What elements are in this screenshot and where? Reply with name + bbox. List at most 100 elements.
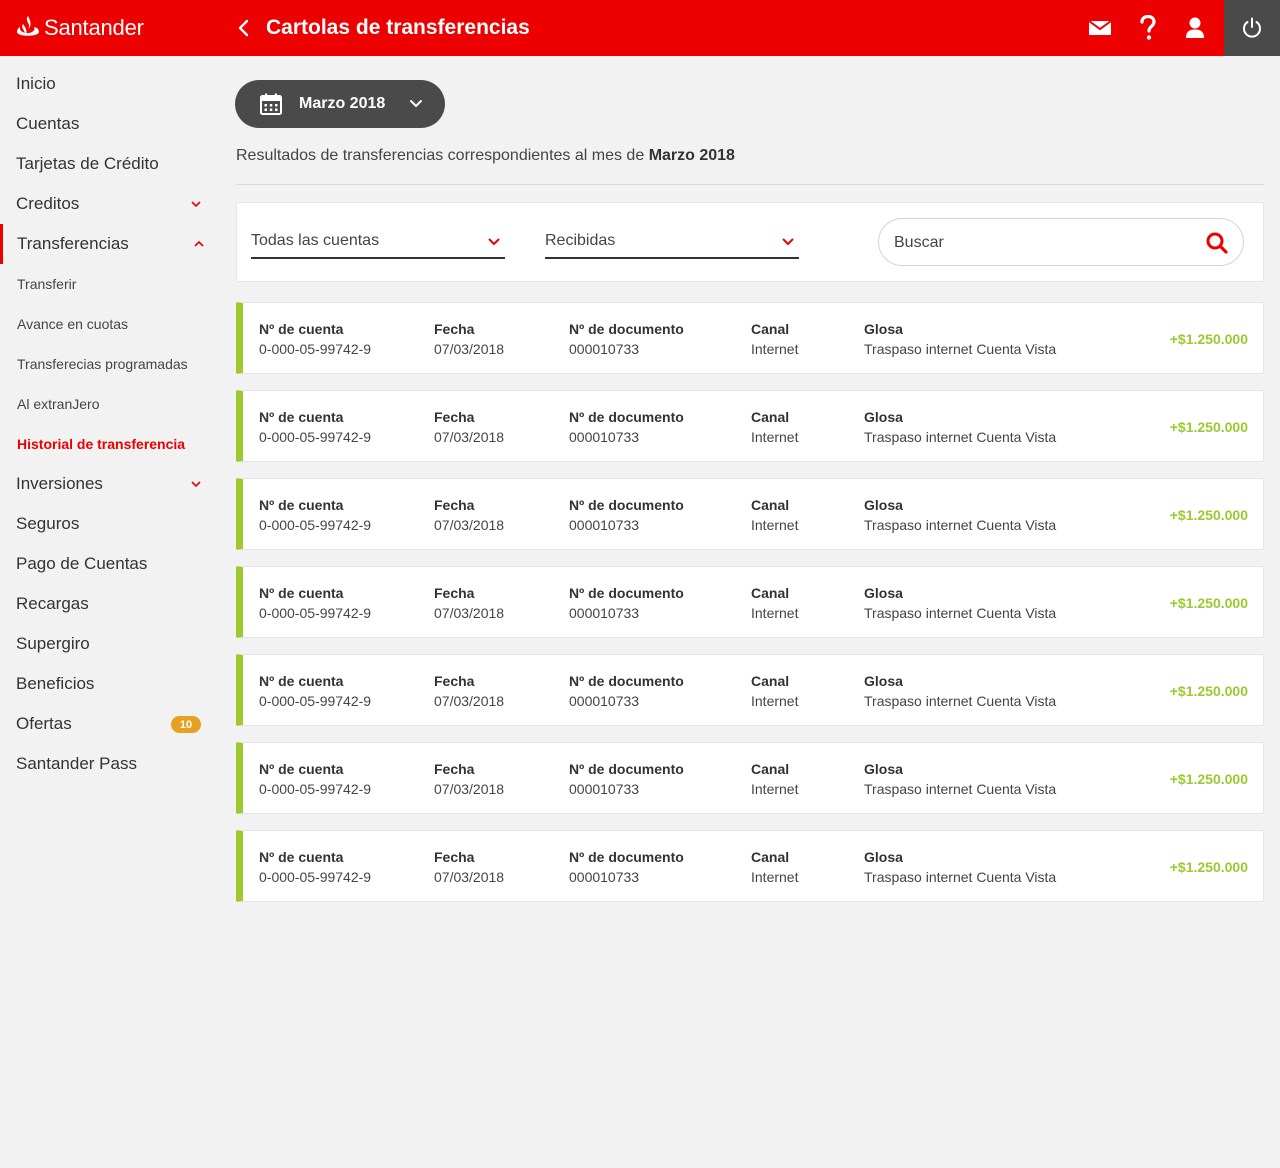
cell-value-gloss: Traspaso internet Cuenta Vista bbox=[864, 429, 1057, 445]
divider bbox=[236, 184, 1264, 185]
filter-bar: Todas las cuentas Recibidas bbox=[236, 202, 1264, 282]
transfer-row[interactable]: Nº de cuenta 0-000-05-99742-9 Fecha 07/03/2… bbox=[236, 566, 1264, 638]
sidebar-item-label: Recargas bbox=[16, 594, 89, 613]
column-header-document: Nº de documento bbox=[569, 761, 684, 777]
column-header-account: Nº de cuenta bbox=[259, 673, 344, 689]
transfer-amount: +$1.250.000 bbox=[1169, 331, 1248, 347]
sidebar-item-label: Tarjetas de Crédito bbox=[16, 154, 159, 173]
sidebar-item-label: Al extranJero bbox=[17, 396, 100, 412]
row-cell-channel: Canal Internet bbox=[751, 319, 798, 359]
column-header-date: Fecha bbox=[434, 673, 475, 689]
chevron-down-icon bbox=[191, 481, 201, 488]
chevron-down-icon bbox=[782, 238, 794, 246]
cell-value-account: 0-000-05-99742-9 bbox=[259, 517, 372, 533]
cell-value-date: 07/03/2018 bbox=[434, 341, 505, 357]
sidebar-item-seguros[interactable]: Seguros bbox=[0, 504, 220, 544]
transfer-amount: +$1.250.000 bbox=[1169, 859, 1248, 875]
sidebar-item-pago-cuentas[interactable]: Pago de Cuentas bbox=[0, 544, 220, 584]
help-button[interactable] bbox=[1132, 12, 1164, 44]
sidebar-subitem-programadas[interactable]: Transferecias programadas bbox=[0, 344, 220, 384]
column-header-channel: Canal bbox=[751, 673, 790, 689]
row-cell-account: Nº de cuenta 0-000-05-99742-9 bbox=[259, 759, 371, 799]
search-input[interactable] bbox=[894, 231, 1184, 255]
sidebar-item-inicio[interactable]: Inicio bbox=[0, 64, 220, 104]
row-cell-gloss: Glosa Traspaso internet Cuenta Vista bbox=[864, 495, 1056, 535]
column-header-document: Nº de documento bbox=[569, 849, 684, 865]
row-cell-channel: Canal Internet bbox=[751, 407, 798, 447]
column-header-date: Fecha bbox=[434, 761, 475, 777]
sidebar-subitem-transferir[interactable]: Transferir bbox=[0, 264, 220, 304]
transfer-row[interactable]: Nº de cuenta 0-000-05-99742-9 Fecha 07/03/2… bbox=[236, 830, 1264, 902]
row-cell-date: Fecha 07/03/2018 bbox=[434, 583, 504, 623]
transfer-row[interactable]: Nº de cuenta 0-000-05-99742-9 Fecha 07/03/2… bbox=[236, 302, 1264, 374]
sidebar-item-santander-pass[interactable]: Santander Pass bbox=[0, 744, 220, 784]
transfer-row[interactable]: Nº de cuenta 0-000-05-99742-9 Fecha 07/03/2… bbox=[236, 654, 1264, 726]
transfer-amount: +$1.250.000 bbox=[1169, 683, 1248, 699]
column-header-document: Nº de documento bbox=[569, 321, 684, 337]
sidebar-item-label: Supergiro bbox=[16, 634, 90, 653]
column-header-date: Fecha bbox=[434, 321, 475, 337]
sidebar-nav: Inicio Cuentas Tarjetas de Crédito Credi… bbox=[0, 56, 220, 1168]
sidebar-item-recargas[interactable]: Recargas bbox=[0, 584, 220, 624]
month-selector[interactable]: Marzo 2018 bbox=[235, 80, 445, 128]
row-cell-date: Fecha 07/03/2018 bbox=[434, 319, 504, 359]
search-box bbox=[878, 218, 1244, 266]
sidebar-subitem-extranjero[interactable]: Al extranJero bbox=[0, 384, 220, 424]
search-icon[interactable] bbox=[1205, 231, 1229, 255]
row-cell-gloss: Glosa Traspaso internet Cuenta Vista bbox=[864, 583, 1056, 623]
cell-value-document: 000010733 bbox=[569, 869, 640, 885]
sidebar-item-inversiones[interactable]: Inversiones bbox=[0, 464, 220, 504]
user-icon bbox=[1186, 17, 1204, 38]
profile-button[interactable] bbox=[1179, 12, 1211, 44]
cell-value-date: 07/03/2018 bbox=[434, 429, 505, 445]
logout-button[interactable] bbox=[1224, 0, 1280, 56]
sidebar-item-transferencias[interactable]: Transferencias bbox=[0, 224, 220, 264]
sidebar-item-tarjetas[interactable]: Tarjetas de Crédito bbox=[0, 144, 220, 184]
sidebar-item-creditos[interactable]: Creditos bbox=[0, 184, 220, 224]
sidebar-item-label: Santander Pass bbox=[16, 754, 137, 773]
row-cell-document: Nº de documento 000010733 bbox=[569, 583, 684, 623]
cell-value-date: 07/03/2018 bbox=[434, 693, 505, 709]
help-icon bbox=[1140, 15, 1156, 40]
type-filter-value: Recibidas bbox=[545, 232, 616, 249]
sidebar-subitem-historial[interactable]: Historial de transferencia bbox=[0, 424, 220, 464]
sidebar-item-label: Ofertas bbox=[16, 714, 72, 733]
sidebar-item-supergiro[interactable]: Supergiro bbox=[0, 624, 220, 664]
cell-value-document: 000010733 bbox=[569, 429, 640, 445]
sidebar-subitem-avance[interactable]: Avance en cuotas bbox=[0, 304, 220, 344]
column-header-gloss: Glosa bbox=[864, 761, 903, 777]
column-header-account: Nº de cuenta bbox=[259, 585, 344, 601]
sidebar-item-label: Beneficios bbox=[16, 674, 95, 693]
column-header-document: Nº de documento bbox=[569, 585, 684, 601]
transfer-row[interactable]: Nº de cuenta 0-000-05-99742-9 Fecha 07/03/2… bbox=[236, 478, 1264, 550]
transfer-row[interactable]: Nº de cuenta 0-000-05-99742-9 Fecha 07/03/2… bbox=[236, 742, 1264, 814]
sidebar-item-ofertas[interactable]: Ofertas 10 bbox=[0, 704, 220, 744]
sidebar-item-label: Cuentas bbox=[16, 114, 80, 133]
column-header-document: Nº de documento bbox=[569, 673, 684, 689]
cell-value-gloss: Traspaso internet Cuenta Vista bbox=[864, 869, 1057, 885]
transfer-row[interactable]: Nº de cuenta 0-000-05-99742-9 Fecha 07/03/2… bbox=[236, 390, 1264, 462]
sidebar-item-cuentas[interactable]: Cuentas bbox=[0, 104, 220, 144]
type-filter-select[interactable]: Recibidas bbox=[545, 229, 799, 259]
row-cell-gloss: Glosa Traspaso internet Cuenta Vista bbox=[864, 407, 1056, 447]
cell-value-channel: Internet bbox=[751, 341, 799, 357]
row-cell-account: Nº de cuenta 0-000-05-99742-9 bbox=[259, 583, 371, 623]
column-header-date: Fecha bbox=[434, 849, 475, 865]
results-description: Resultados de transferencias correspondi… bbox=[236, 146, 735, 166]
sidebar-item-label: Historial de transferencia bbox=[17, 436, 186, 452]
cell-value-gloss: Traspaso internet Cuenta Vista bbox=[864, 605, 1057, 621]
back-button[interactable] bbox=[230, 14, 258, 42]
cell-value-account: 0-000-05-99742-9 bbox=[259, 869, 372, 885]
cell-value-account: 0-000-05-99742-9 bbox=[259, 693, 372, 709]
account-filter-select[interactable]: Todas las cuentas bbox=[251, 229, 505, 259]
mail-button[interactable] bbox=[1084, 12, 1116, 44]
sidebar-item-label: Creditos bbox=[16, 194, 80, 213]
page-title: Cartolas de transferencias bbox=[266, 16, 530, 39]
month-selector-label: Marzo 2018 bbox=[299, 95, 386, 112]
row-cell-document: Nº de documento 000010733 bbox=[569, 759, 684, 799]
sidebar-item-beneficios[interactable]: Beneficios bbox=[0, 664, 220, 704]
sidebar-item-label: Seguros bbox=[16, 514, 80, 533]
sidebar-item-label: Inversiones bbox=[16, 474, 103, 493]
row-cell-account: Nº de cuenta 0-000-05-99742-9 bbox=[259, 407, 371, 447]
santander-logo[interactable]: Santander bbox=[16, 14, 144, 42]
